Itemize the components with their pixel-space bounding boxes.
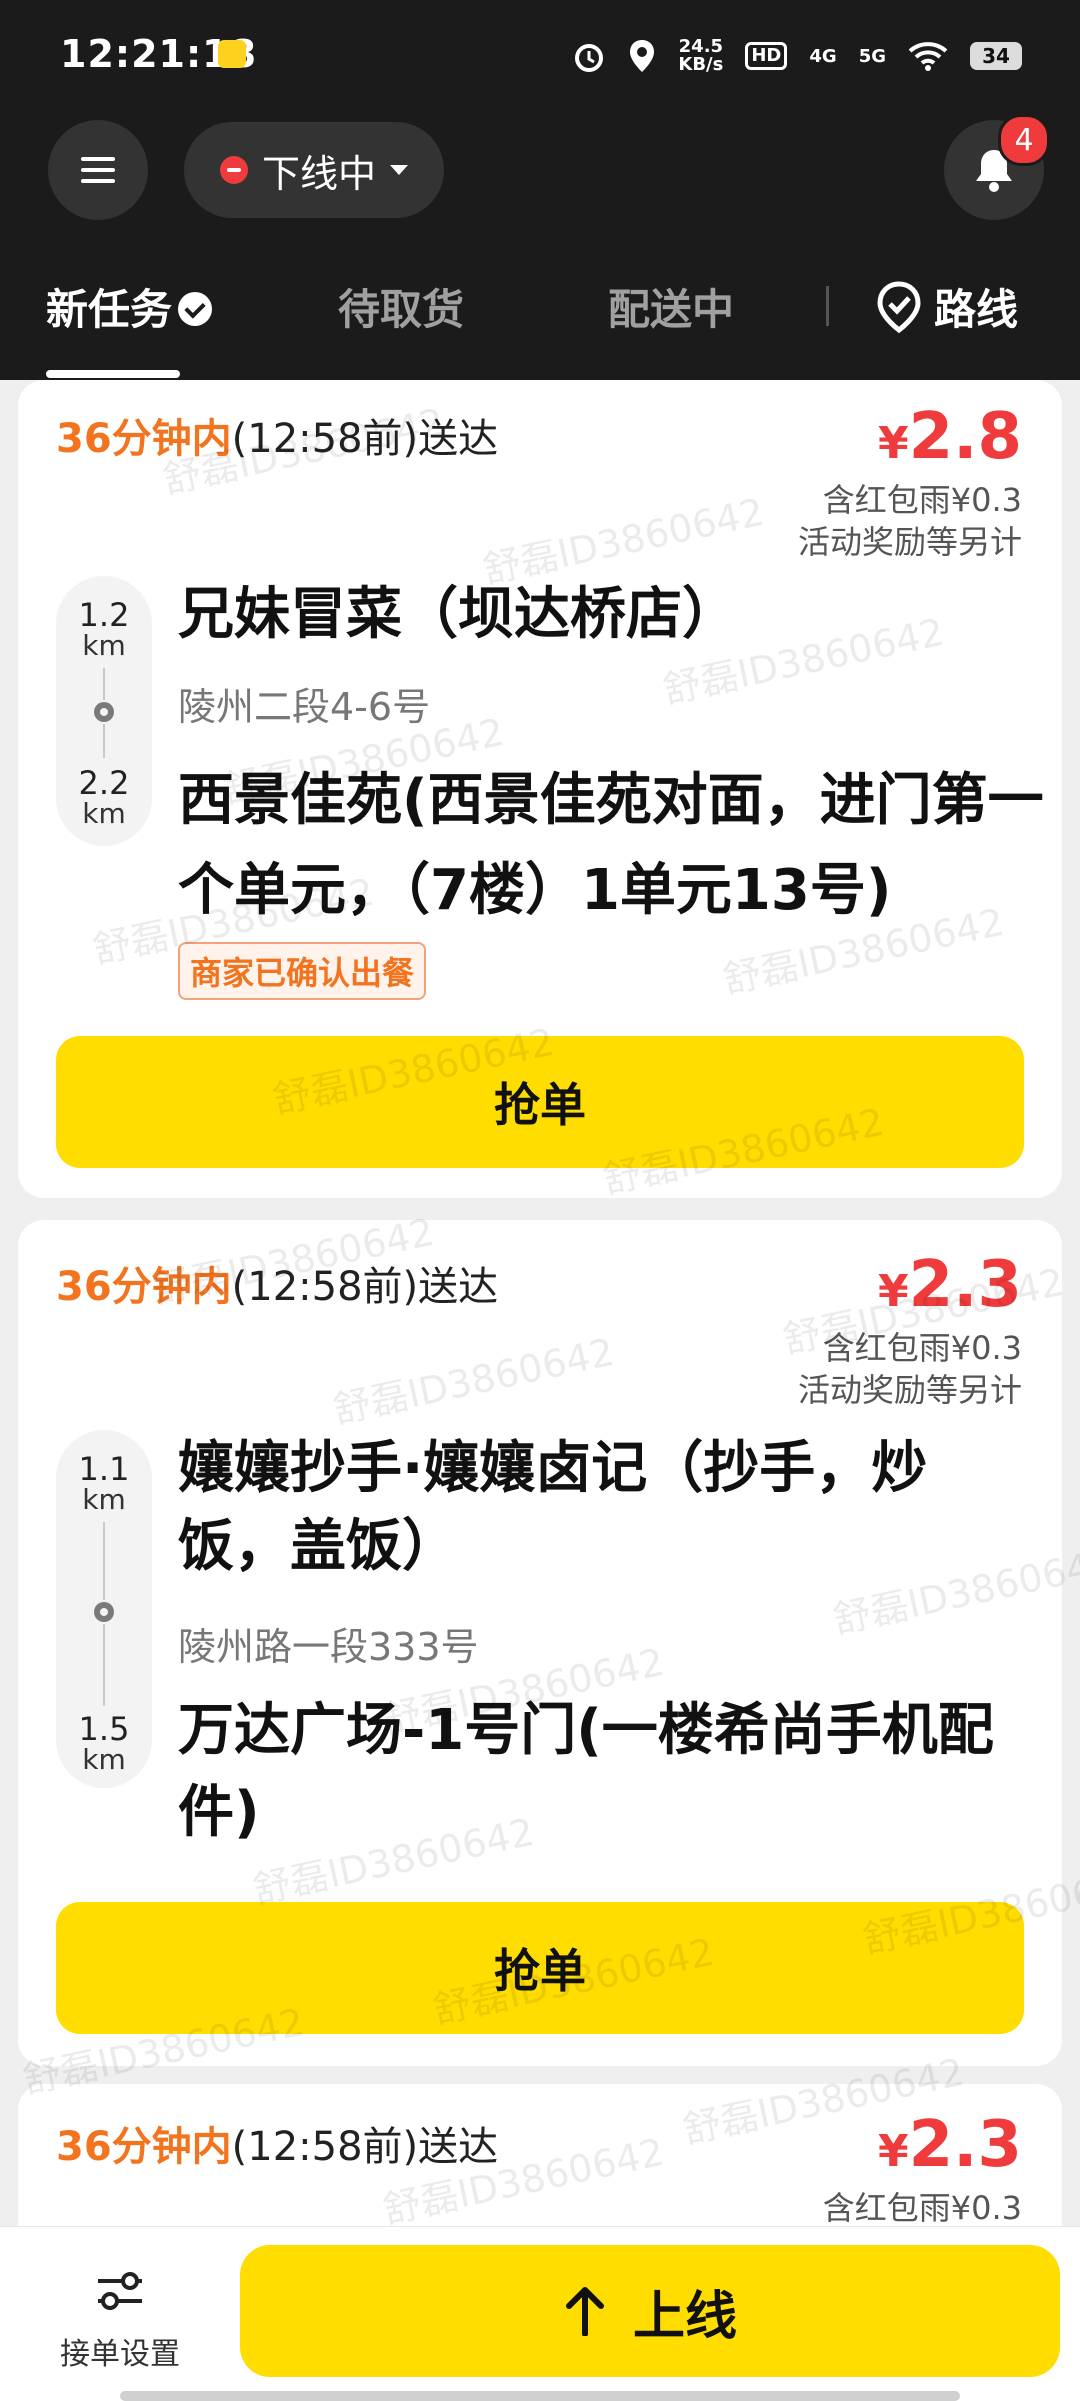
price-value: 2.3 — [908, 2108, 1022, 2182]
dropoff-distance-unit: km — [82, 797, 126, 830]
destination-address: 西景佳苑(西景佳苑对面，进门第一个单元，（7楼）1单元13号) — [178, 768, 1044, 923]
rail-line — [103, 724, 105, 758]
rail-line — [103, 668, 105, 700]
tab-delivering[interactable]: 配送中 — [608, 276, 734, 337]
arrow-up-icon — [565, 2287, 604, 2336]
deadline-time: (12:58前)送达 — [231, 1264, 499, 1310]
pickup-distance-value: 1.2 — [78, 596, 130, 634]
menu-button[interactable] — [48, 120, 148, 220]
bottom-bar: 接单设置 上线 — [0, 2226, 1080, 2401]
red-packet-note: 含红包雨¥0.3 — [822, 481, 1022, 519]
hamburger-icon — [81, 157, 115, 183]
distance-rail: 1.2 km 2.2 km — [56, 576, 152, 846]
price-amount: ¥2.3 — [823, 2110, 1022, 2187]
pin-icon — [94, 1602, 114, 1622]
grab-order-button[interactable]: 抢单 — [56, 1036, 1024, 1168]
store-name: 兄妹冒菜（坝达桥店） — [178, 582, 738, 647]
status-icons: 24.5 KB/s HD 4G 5G 34 — [572, 34, 1022, 78]
deadline-highlight: 36分钟内 — [56, 416, 232, 462]
distance-rail: 1.1 km 1.5 km — [56, 1430, 152, 1788]
pickup-distance: 1.2 km — [56, 598, 152, 660]
dropoff-distance: 1.5 km — [56, 1712, 152, 1774]
dropoff-distance-value: 1.5 — [78, 1710, 130, 1748]
app-notification-icon — [218, 40, 246, 68]
dropoff-distance: 2.2 km — [56, 766, 152, 828]
pin-icon — [94, 702, 114, 722]
price-amount: ¥2.8 — [798, 402, 1022, 479]
pickup-distance-unit: km — [82, 629, 126, 662]
battery-icon: 34 — [970, 42, 1022, 70]
wifi-icon — [908, 42, 948, 71]
network-speed: 24.5 KB/s — [678, 38, 723, 74]
route-pin-icon — [877, 280, 921, 333]
tab-new-tasks[interactable]: 新任务 — [46, 276, 213, 337]
pickup-distance-unit: km — [82, 1483, 126, 1516]
store-address: 陵州路一段333号 — [178, 1625, 479, 1669]
grab-order-button[interactable]: 抢单 — [56, 1902, 1024, 2034]
price-amount: ¥2.3 — [798, 1250, 1022, 1327]
deadline-highlight: 36分钟内 — [56, 1264, 232, 1310]
dropoff-distance-unit: km — [82, 1743, 126, 1776]
bonus-note: 活动奖励等另计 — [797, 1371, 1022, 1409]
tab-pending-pickup[interactable]: 待取货 — [338, 276, 464, 337]
order-settings-label: 接单设置 — [60, 2337, 180, 2372]
alarm-icon — [575, 44, 604, 72]
order-tabs: 新任务 待取货 配送中 路线 — [0, 262, 1080, 378]
top-bar: 12:21:18 24.5 KB/s HD 4G 5G 34 下线中 4 新任务… — [0, 0, 1080, 380]
red-packet-note: 含红包雨¥0.3 — [822, 2189, 1022, 2227]
bonus-note: 活动奖励等另计 — [797, 523, 1022, 561]
currency-symbol: ¥ — [878, 1266, 909, 1317]
order-settings-button[interactable]: 接单设置 — [30, 2267, 210, 2373]
speed-unit: KB/s — [678, 54, 724, 75]
order-card[interactable]: 36分钟内(12:58前)送达 ¥2.8 含红包雨¥0.3 活动奖励等另计 1.… — [18, 380, 1062, 1198]
active-tab-indicator — [46, 370, 180, 378]
currency-symbol: ¥ — [878, 2126, 909, 2177]
rail-line — [103, 1522, 105, 1600]
tab-divider — [826, 286, 829, 326]
location-icon — [630, 40, 655, 72]
pickup-distance-value: 1.1 — [78, 1450, 130, 1488]
order-price: ¥2.8 含红包雨¥0.3 活动奖励等另计 — [798, 402, 1022, 563]
red-packet-note: 含红包雨¥0.3 — [822, 1329, 1022, 1367]
tab-new-tasks-label: 新任务 — [46, 285, 173, 334]
dropoff-distance-value: 2.2 — [78, 764, 130, 802]
hd-icon: HD — [745, 42, 788, 70]
price-value: 2.3 — [908, 1248, 1022, 1322]
chevron-down-icon — [390, 165, 408, 175]
app-header: 下线中 4 — [0, 114, 1080, 220]
order-price: ¥2.3 含红包雨¥0.3 — [823, 2110, 1022, 2229]
currency-symbol: ¥ — [878, 418, 909, 469]
merchant-ready-tag: 商家已确认出餐 — [178, 942, 427, 1000]
notification-badge: 4 — [998, 114, 1050, 166]
work-status-label: 下线中 — [261, 151, 376, 196]
delivery-deadline: 36分钟内(12:58前)送达 — [56, 1254, 498, 1312]
route-button[interactable]: 路线 — [874, 276, 1018, 337]
status-bar: 12:21:18 24.5 KB/s HD 4G 5G 34 — [0, 0, 1080, 110]
order-price: ¥2.3 含红包雨¥0.3 活动奖励等另计 — [798, 1250, 1022, 1411]
go-online-label: 上线 — [632, 2286, 737, 2347]
deadline-time: (12:58前)送达 — [231, 416, 499, 462]
delivery-deadline: 36分钟内(12:58前)送达 — [56, 406, 498, 464]
destination-address: 万达广场-1号门(一楼希尚手机配件) — [178, 1698, 994, 1845]
price-value: 2.8 — [908, 400, 1022, 474]
pickup-distance: 1.1 km — [56, 1452, 152, 1514]
check-circle-icon — [178, 291, 213, 326]
store-address: 陵州二段4-6号 — [178, 685, 431, 729]
deadline-highlight: 36分钟内 — [56, 2124, 232, 2170]
go-online-button[interactable]: 上线 — [240, 2245, 1060, 2377]
signal-5g-icon: 5G — [858, 45, 886, 67]
store-name: 孃孃抄手·孃孃卤记（抄手，炒饭，盖饭） — [178, 1436, 928, 1579]
rail-line — [103, 1624, 105, 1706]
route-label: 路线 — [934, 285, 1019, 334]
work-status-dropdown[interactable]: 下线中 — [184, 122, 444, 218]
delivery-deadline: 36分钟内(12:58前)送达 — [56, 2114, 498, 2172]
signal-4g-icon: 4G — [809, 45, 837, 67]
sliders-icon — [98, 2272, 142, 2310]
deadline-time: (12:58前)送达 — [231, 2124, 499, 2170]
offline-icon — [219, 156, 248, 184]
order-card[interactable]: 36分钟内(12:58前)送达 ¥2.3 含红包雨¥0.3 活动奖励等另计 1.… — [18, 1220, 1062, 2066]
